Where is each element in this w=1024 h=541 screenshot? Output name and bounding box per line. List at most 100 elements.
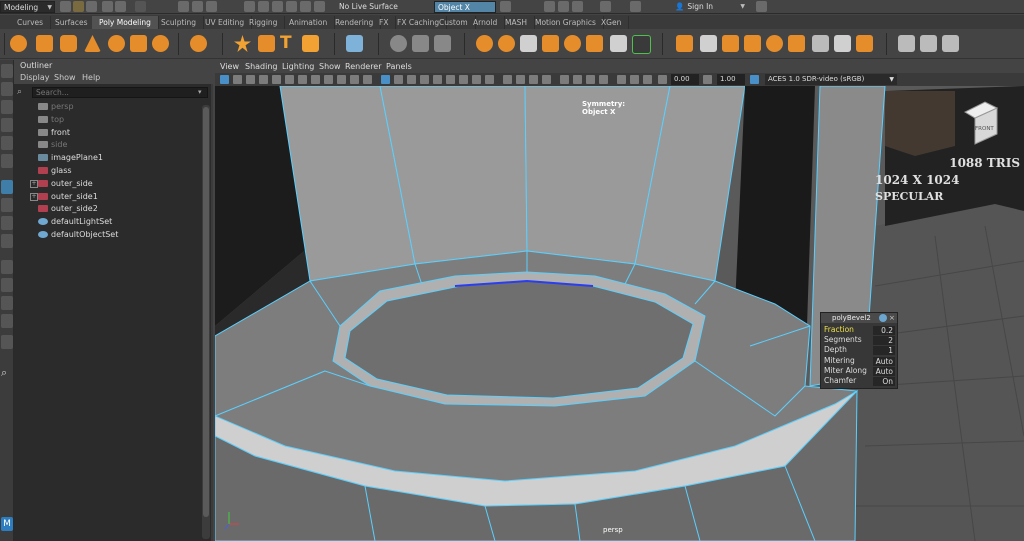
rotate-tool-icon[interactable] <box>1 136 13 150</box>
xray-icon[interactable] <box>420 75 429 84</box>
color-management-icon[interactable] <box>750 75 759 84</box>
separate-icon[interactable] <box>412 35 429 52</box>
scale-tool-icon[interactable] <box>1 154 13 168</box>
safe-action-icon[interactable] <box>363 75 372 84</box>
menu-show[interactable]: Show <box>319 60 341 73</box>
bevel-row-chamfer[interactable]: Chamfer On <box>823 376 896 386</box>
search-icon[interactable]: ⌕ <box>1 366 13 380</box>
shelf-tab-poly-modeling[interactable]: Poly Modeling <box>92 16 159 29</box>
menuset-dropdown[interactable]: Modeling ▼ <box>0 1 55 13</box>
poly-disc-icon[interactable] <box>152 35 169 52</box>
ipr-render-icon[interactable] <box>558 1 569 12</box>
poly-plane-icon[interactable] <box>130 35 147 52</box>
all-lights-icon[interactable] <box>459 75 468 84</box>
snap-view-icon[interactable] <box>286 1 297 12</box>
bevel-attr-value[interactable]: Auto <box>873 366 895 376</box>
bevel-row-depth[interactable]: Depth 1 <box>823 345 896 356</box>
snap-vertex-icon[interactable] <box>314 1 325 12</box>
color-transform-dropdown[interactable]: ACES 1.0 SDR-video (sRGB) ▼ <box>765 74 897 85</box>
gate-mask-icon[interactable] <box>337 75 346 84</box>
sign-in-button[interactable]: 👤 Sign In ▼ <box>672 1 747 13</box>
connect-icon[interactable] <box>834 35 851 52</box>
toggle-panel-icon[interactable] <box>756 1 767 12</box>
bevel-row-segments[interactable]: Segments 2 <box>823 335 896 346</box>
menu-view[interactable]: View <box>220 60 239 73</box>
snap-surface-icon[interactable] <box>300 1 311 12</box>
shadows-icon[interactable] <box>472 75 481 84</box>
shelf-tab-rigging[interactable]: Rigging <box>242 16 286 29</box>
lasso-icon[interactable] <box>192 1 203 12</box>
history-icon[interactable] <box>500 1 511 12</box>
mesh-grid-icon[interactable] <box>346 35 363 52</box>
outliner-item-defaultobjectset[interactable]: defaultObjectSet <box>14 228 200 241</box>
layout-single-icon[interactable] <box>1 180 13 194</box>
type-text-icon[interactable]: T <box>280 35 297 52</box>
film-gate-icon[interactable] <box>311 75 320 84</box>
wedge-icon[interactable] <box>766 35 783 52</box>
layout-uv-icon[interactable] <box>1 296 13 310</box>
poly-cube-icon[interactable] <box>36 35 53 52</box>
select-hierarchy-icon[interactable] <box>135 1 146 12</box>
select-icon[interactable] <box>178 1 189 12</box>
hud-icon[interactable] <box>617 75 626 84</box>
extrude-icon[interactable] <box>676 35 693 52</box>
exposure-icon[interactable] <box>658 75 667 84</box>
shelf-tab-motion-graphics[interactable]: Motion Graphics <box>528 16 604 29</box>
fill-hole-icon[interactable] <box>586 35 603 52</box>
bevel-attr-value[interactable]: 0.2 <box>873 326 895 335</box>
search-options-icon[interactable]: ▾ <box>198 88 206 97</box>
snap-point-icon[interactable] <box>272 1 283 12</box>
uv-layout-icon[interactable] <box>920 35 937 52</box>
layout-custom-icon[interactable] <box>1 314 13 328</box>
field-chart-icon[interactable] <box>350 75 359 84</box>
platonic-solid-icon[interactable] <box>190 35 207 52</box>
default-material-icon[interactable] <box>433 75 442 84</box>
isolate-select-icon[interactable] <box>560 75 569 84</box>
expand-icon[interactable]: + <box>30 179 38 188</box>
grease-pencil-icon[interactable] <box>285 75 294 84</box>
multi-cut-icon[interactable] <box>788 35 805 52</box>
textured-icon[interactable] <box>446 75 455 84</box>
shelf-tab-curves[interactable]: Curves <box>10 16 52 29</box>
snap-curve-icon[interactable] <box>258 1 269 12</box>
viewport-persp[interactable]: Symmetry: Object X persp FRONT 1088 TRIS… <box>215 86 1024 541</box>
depth-of-field-icon[interactable] <box>542 75 551 84</box>
outliner-item-persp[interactable]: persp <box>14 100 200 113</box>
outliner-menu-show[interactable]: Show <box>54 72 76 84</box>
wireframe-on-shaded-icon[interactable] <box>407 75 416 84</box>
playback-icon[interactable] <box>600 1 611 12</box>
node-editor-icon[interactable] <box>879 314 887 322</box>
resolution-gate-icon[interactable] <box>324 75 333 84</box>
shelf-tab-sculpting[interactable]: Sculpting <box>154 16 205 29</box>
mirror-icon[interactable] <box>520 35 537 52</box>
poly-cone-icon[interactable] <box>84 35 101 52</box>
poly-cylinder-icon[interactable] <box>60 35 77 52</box>
outliner-item-outer_side1[interactable]: + outer_side1 <box>14 190 200 203</box>
light-icon[interactable] <box>485 75 494 84</box>
quad-draw-icon[interactable] <box>856 35 873 52</box>
redo-icon[interactable] <box>115 1 126 12</box>
layout-quad-icon[interactable] <box>1 198 13 212</box>
layout-hypershade-icon[interactable] <box>1 335 13 349</box>
xray-active-icon[interactable] <box>586 75 595 84</box>
expand-icon[interactable]: + <box>30 192 38 201</box>
bevel-row-mitering[interactable]: Mitering Auto <box>823 356 896 366</box>
symmetry-field[interactable]: Object X <box>434 1 496 13</box>
combine-icon[interactable] <box>390 35 407 52</box>
outliner-menu-help[interactable]: Help <box>82 72 100 84</box>
outliner-item-glass[interactable]: glass <box>14 164 200 177</box>
viewcube-front-label[interactable]: FRONT <box>975 126 999 134</box>
ambient-occlusion-icon[interactable] <box>503 75 512 84</box>
open-scene-icon[interactable] <box>73 1 84 12</box>
layout-graph-icon[interactable] <box>1 278 13 292</box>
snap-grid-icon[interactable] <box>244 1 255 12</box>
menu-renderer[interactable]: Renderer <box>345 60 382 73</box>
super-shape-icon[interactable] <box>234 35 251 52</box>
menu-lighting[interactable]: Lighting <box>282 60 314 73</box>
motion-blur-icon[interactable] <box>516 75 525 84</box>
camera-attributes-icon[interactable] <box>233 75 242 84</box>
shelf-tab-xgen[interactable]: XGen <box>594 16 630 29</box>
smooth-icon[interactable] <box>434 35 451 52</box>
gamma-field[interactable]: 1.00 <box>717 74 745 85</box>
move-tool-icon[interactable] <box>1 118 13 132</box>
